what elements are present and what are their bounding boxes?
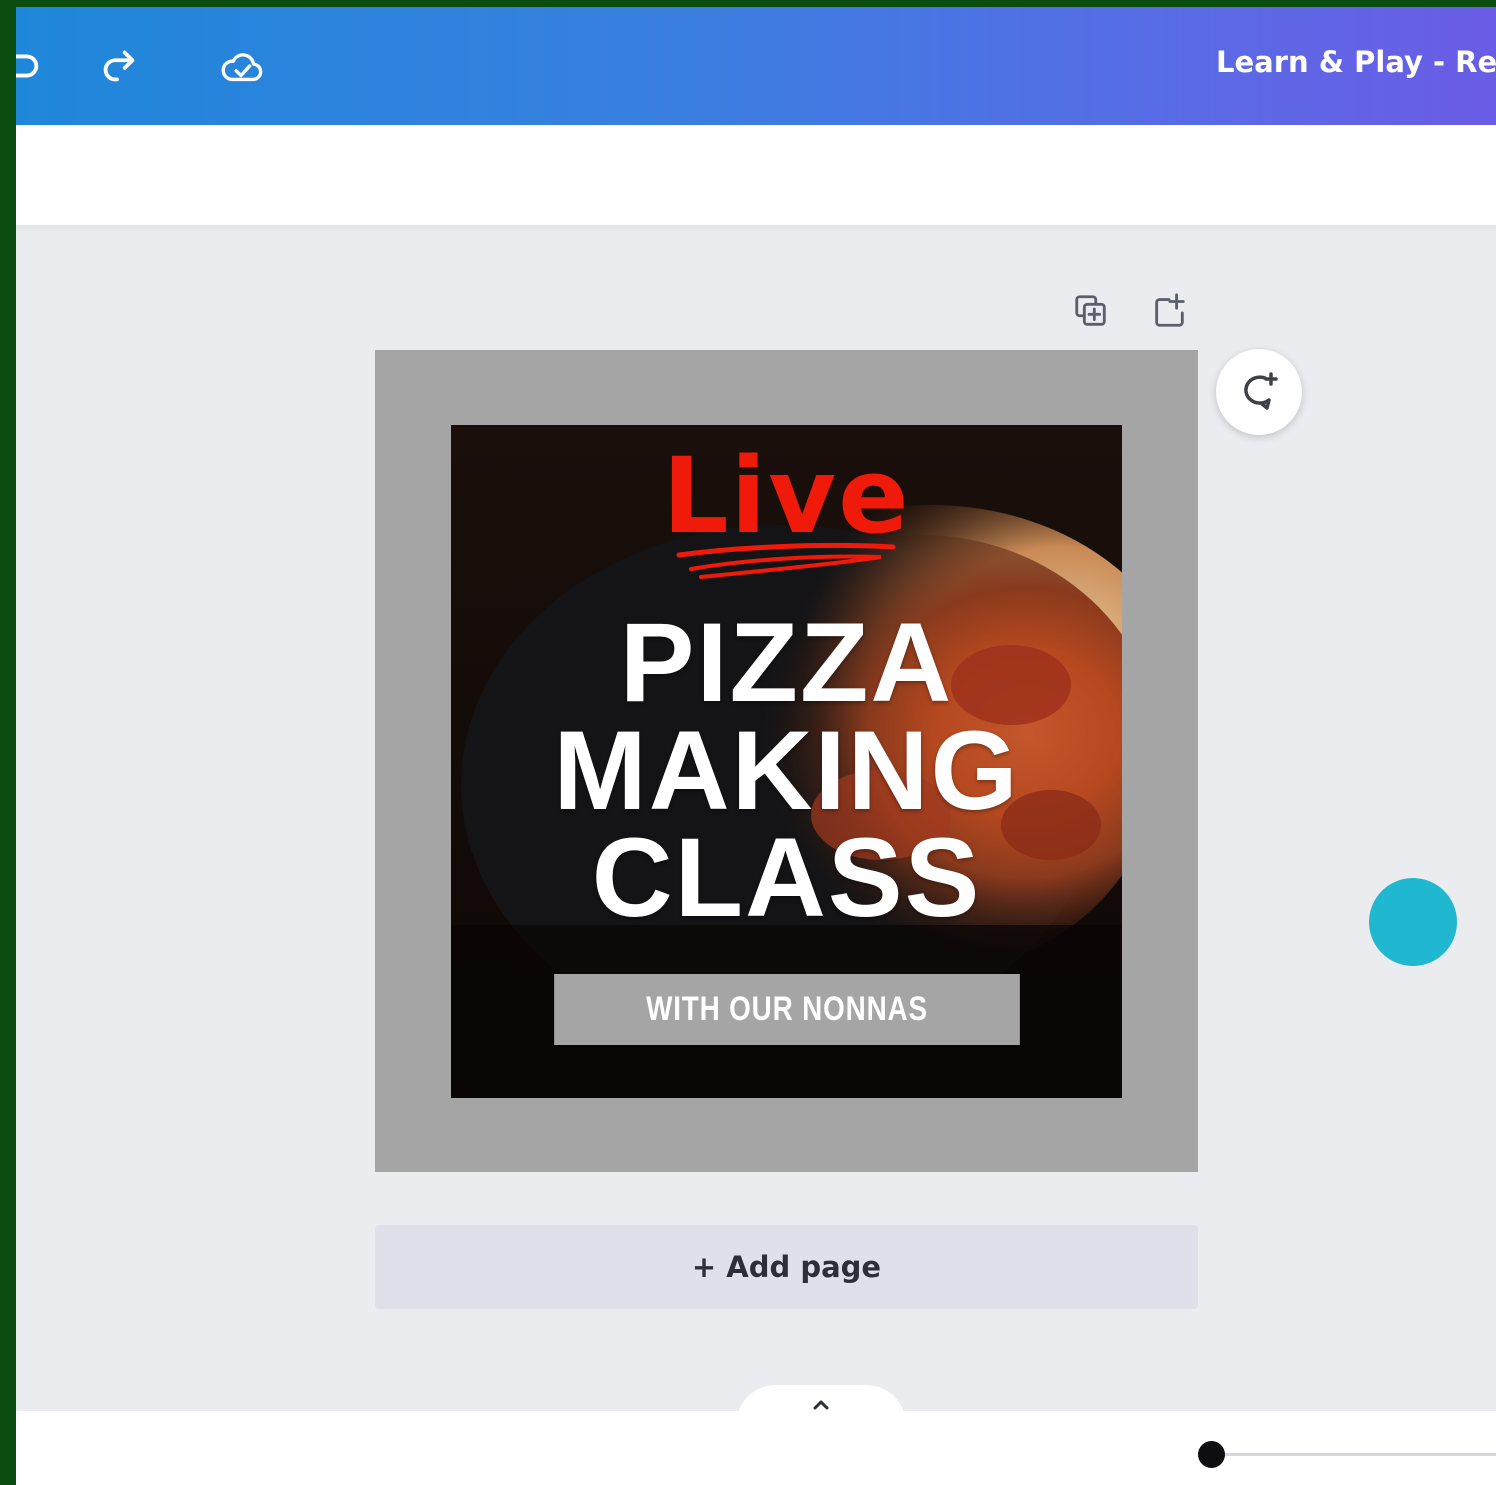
add-comment-icon (1244, 372, 1278, 410)
chevron-up-icon (813, 1400, 829, 1410)
toolbar-shadow (16, 225, 1496, 233)
zoom-slider-handle[interactable] (1198, 1441, 1225, 1468)
add-comment-button[interactable] (1216, 349, 1302, 435)
add-page-icon[interactable] (1148, 290, 1190, 332)
editor-toolbar (16, 125, 1496, 225)
design-page[interactable]: Live PIZZA MAKING CLASS WITH OUR NONNAS (375, 350, 1198, 1172)
live-underline-decoration (676, 542, 896, 579)
redo-icon[interactable] (92, 41, 146, 91)
pizza-photo[interactable]: Live PIZZA MAKING CLASS WITH OUR NONNAS (451, 425, 1122, 1098)
undo-icon[interactable] (16, 41, 48, 91)
subtitle-banner[interactable]: WITH OUR NONNAS (554, 974, 1020, 1045)
cloud-check-icon[interactable] (214, 41, 268, 91)
document-title[interactable]: Learn & Play - Repe (1216, 45, 1496, 79)
collaborator-cursor (1369, 878, 1457, 966)
headline-line-3[interactable]: CLASS (451, 822, 1122, 934)
zoom-slider-track[interactable] (1211, 1453, 1496, 1456)
duplicate-page-icon[interactable] (1070, 290, 1112, 332)
add-page-button[interactable]: + Add page (375, 1225, 1198, 1309)
editor-window: Learn & Play - Repe (16, 7, 1496, 1485)
notes-toggle[interactable] (736, 1385, 906, 1425)
page-actions (1070, 290, 1190, 332)
headline-line-1[interactable]: PIZZA (451, 607, 1122, 719)
top-bar: Learn & Play - Repe (16, 7, 1496, 125)
headline-line-2[interactable]: MAKING (451, 715, 1122, 827)
